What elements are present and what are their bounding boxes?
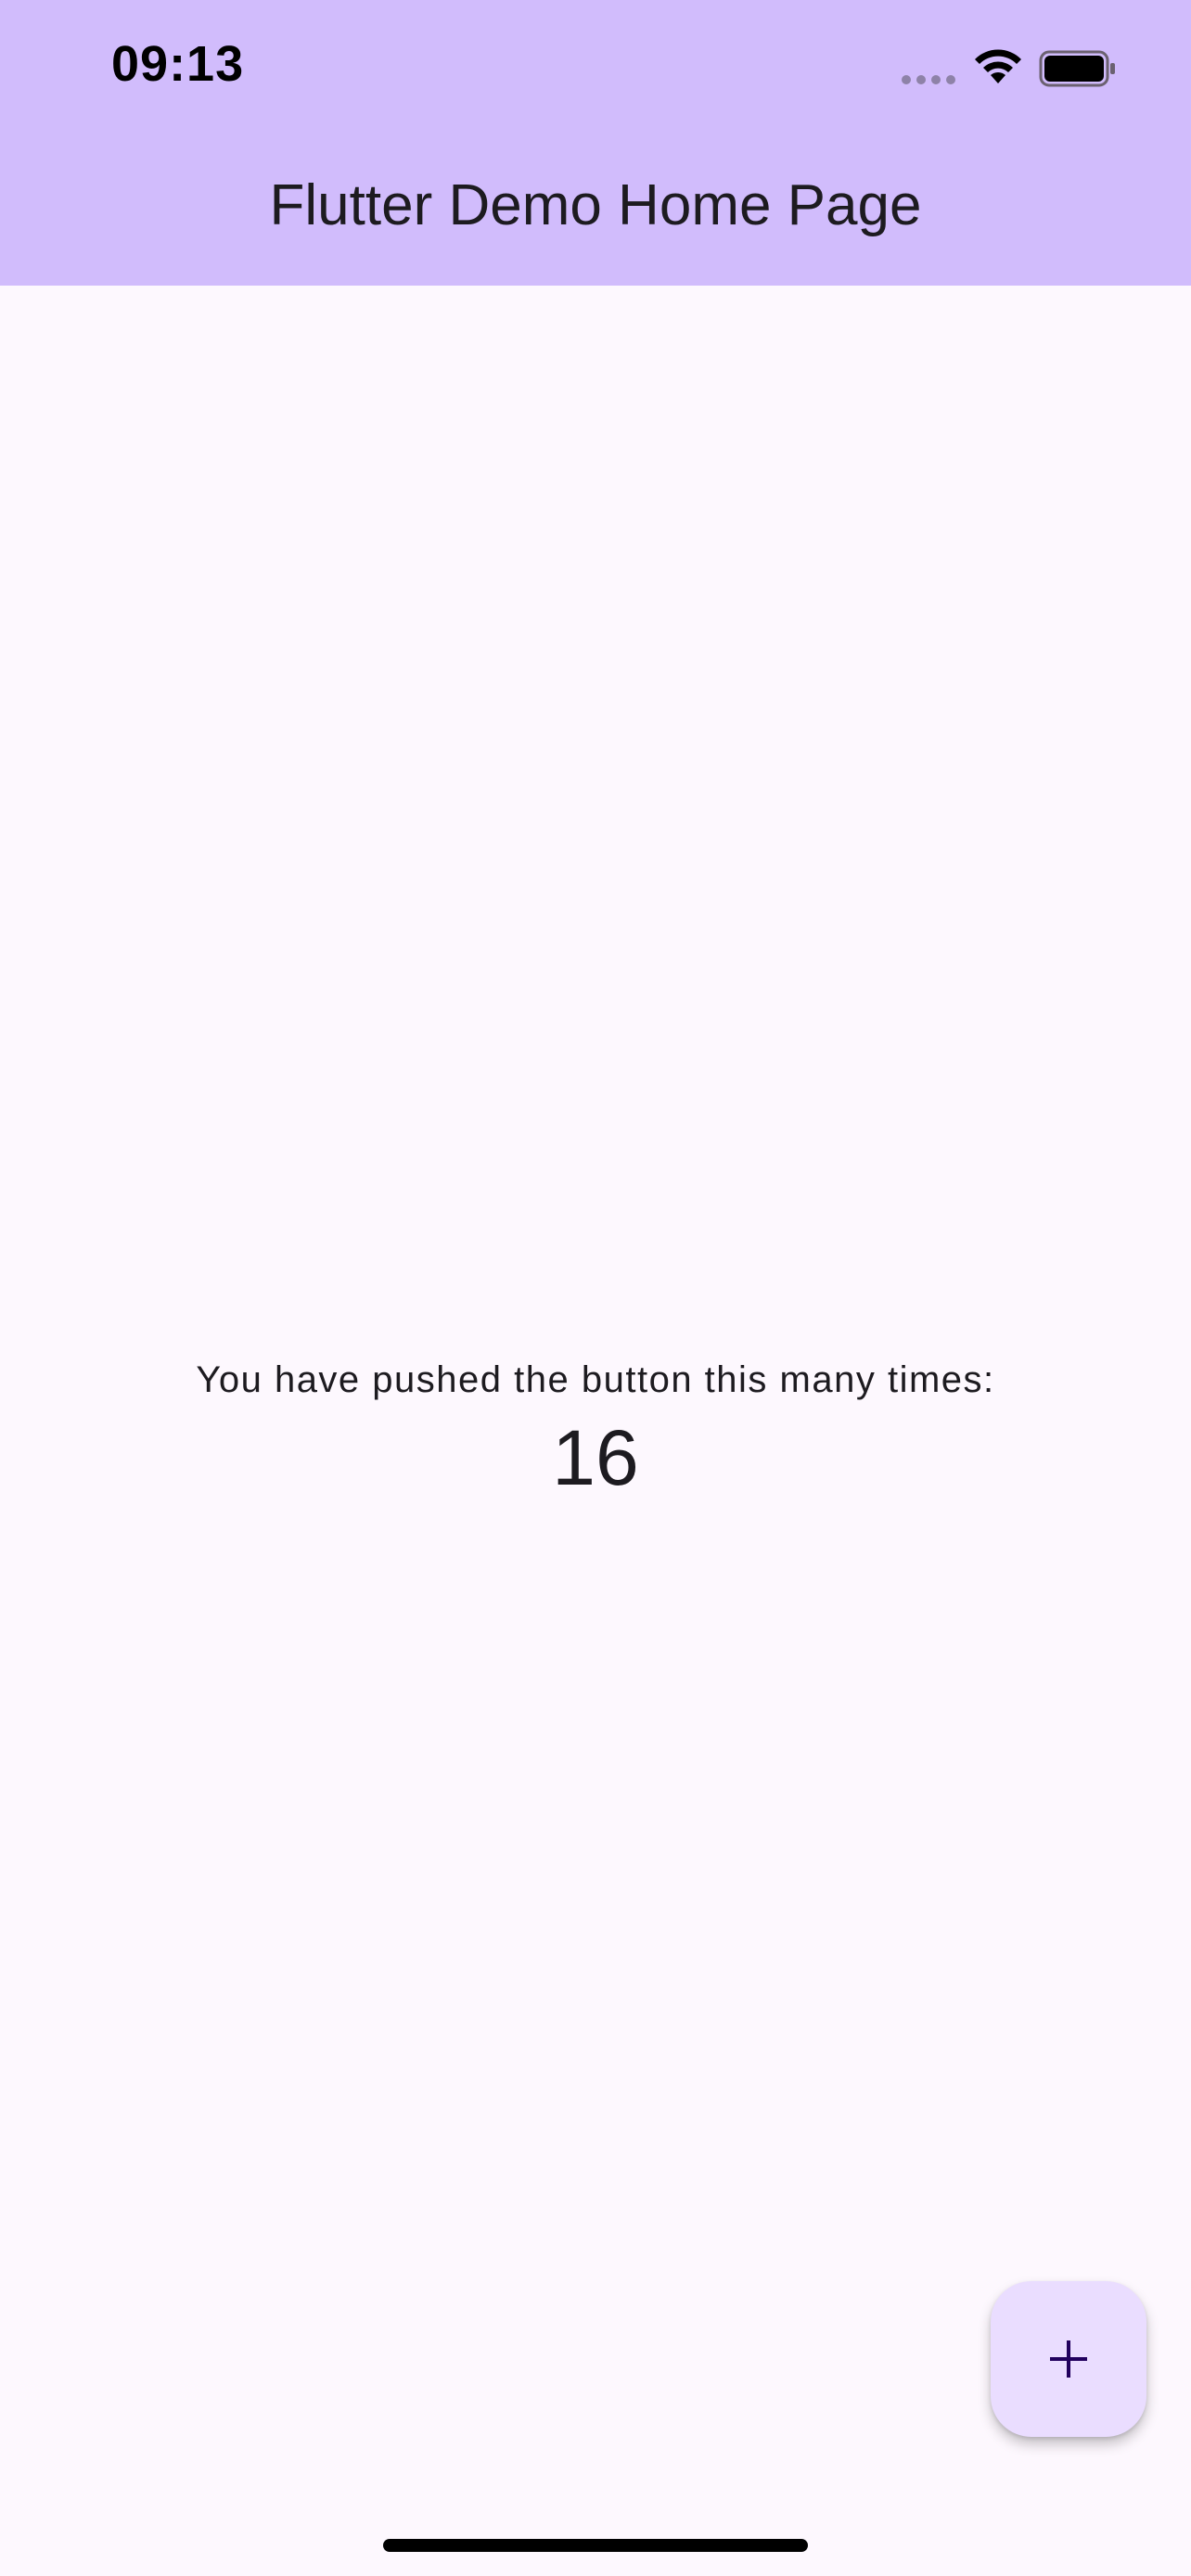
wifi-icon (975, 49, 1021, 83)
status-time: 09:13 (111, 36, 245, 92)
counter-label: You have pushed the button this many tim… (196, 1359, 995, 1400)
app-screen: 09:13 Flutter Demo Home Page You have pu… (0, 0, 1191, 2576)
add-icon (1050, 2340, 1087, 2378)
increment-button[interactable] (991, 2281, 1146, 2437)
counter-value: 16 (552, 1414, 639, 1501)
page-title: Flutter Demo Home Page (269, 173, 922, 237)
home-indicator[interactable] (383, 2539, 808, 2552)
app-bar: 09:13 Flutter Demo Home Page (0, 0, 1191, 286)
cellular-signal-icon (902, 72, 957, 87)
battery-icon (1039, 50, 1115, 87)
